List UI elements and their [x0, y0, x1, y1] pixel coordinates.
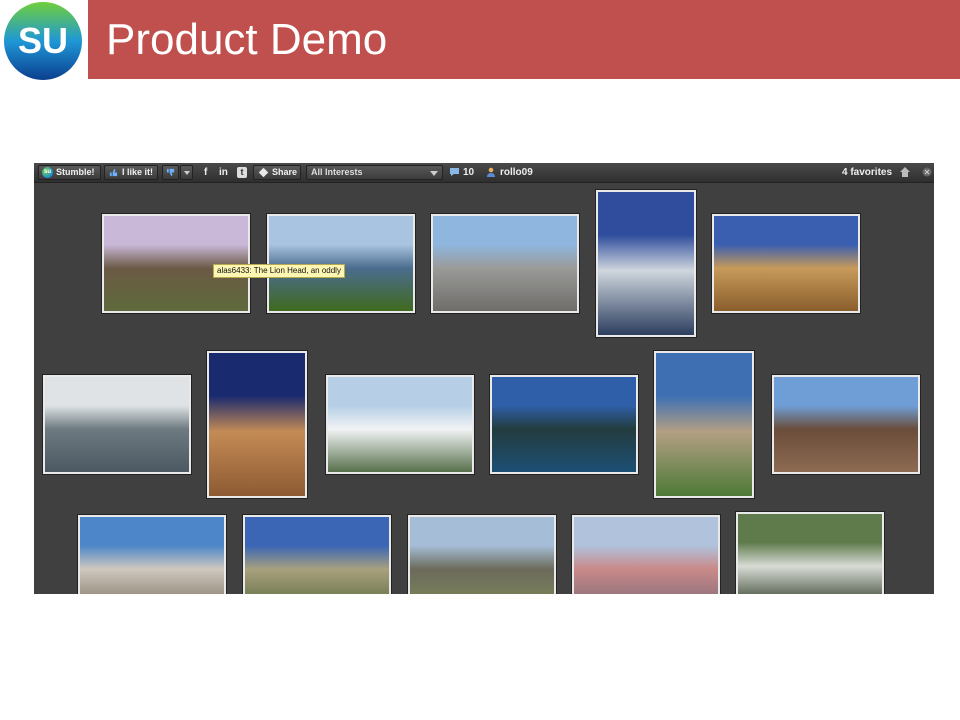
twitter-icon[interactable]: t	[237, 167, 247, 178]
photo-birch-forest[interactable]	[736, 512, 884, 594]
photo-snowfield-pond[interactable]	[326, 375, 474, 474]
photo-tooltip: alas6433: The Lion Head, an oddly	[213, 264, 345, 278]
facebook-icon[interactable]: f	[204, 166, 207, 179]
photo-clouds-and-scrub[interactable]	[243, 515, 391, 594]
stumbleupon-mini-icon: su	[42, 167, 53, 179]
stumble-toolbar: su Stumble! I like it! f in t Share All I…	[34, 163, 934, 183]
photo-still-lake-reflection[interactable]	[490, 375, 638, 474]
photo-white-slope-pines[interactable]	[78, 515, 226, 594]
photo-desert-cliffs[interactable]	[712, 214, 860, 313]
photo-sagebrush-valley[interactable]	[408, 515, 556, 594]
linkedin-icon[interactable]: in	[219, 166, 228, 179]
share-icon	[258, 167, 269, 178]
photo-rock-dome-stream[interactable]	[654, 351, 754, 498]
comment-icon[interactable]	[449, 167, 460, 177]
chevron-down-icon	[430, 171, 438, 176]
photo-snowy-hills[interactable]	[43, 375, 191, 474]
photo-painted-hills[interactable]	[572, 515, 720, 594]
photo-alpine-lake-peaks[interactable]	[596, 190, 696, 337]
photo-silversword-volcanic[interactable]	[772, 375, 920, 474]
thumb-down-icon	[166, 169, 175, 177]
share-button[interactable]: Share	[253, 165, 301, 180]
user-icon	[487, 167, 495, 177]
slide-title: Product Demo	[106, 15, 388, 64]
favorites-link[interactable]: 4 favorites	[842, 166, 892, 179]
i-like-it-button[interactable]: I like it!	[104, 165, 158, 180]
review-count[interactable]: 10	[463, 166, 474, 179]
title-bar: Product Demo	[88, 0, 960, 79]
photo-canyon-night-sky[interactable]	[207, 351, 307, 498]
interests-select[interactable]: All Interests	[306, 165, 443, 180]
photo-granite-basin[interactable]	[431, 214, 579, 313]
svg-text:SU: SU	[18, 20, 68, 61]
home-icon[interactable]	[899, 166, 911, 178]
thumb-down-dropdown[interactable]	[180, 165, 193, 180]
product-screenshot: su Stumble! I like it! f in t Share All I…	[34, 163, 934, 594]
thumb-up-icon	[109, 169, 118, 177]
stumbleupon-logo: SU	[3, 1, 83, 81]
thumb-down-button[interactable]	[162, 165, 179, 180]
stumble-button[interactable]: su Stumble!	[38, 165, 101, 180]
username-link[interactable]: rollo09	[500, 166, 533, 179]
close-icon[interactable]	[922, 167, 932, 177]
chevron-down-icon	[184, 171, 190, 175]
